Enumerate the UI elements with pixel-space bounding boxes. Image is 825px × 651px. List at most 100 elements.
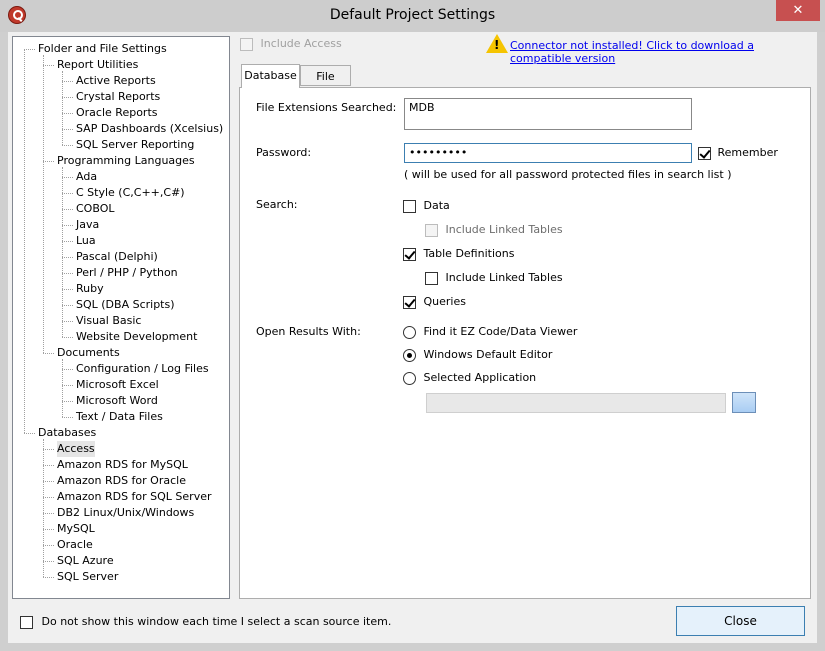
password-field[interactable]: •••••••••	[404, 143, 692, 163]
tree-item[interactable]: COBOL	[76, 201, 114, 217]
tree-connector	[62, 257, 73, 258]
tree-connector	[62, 71, 63, 145]
tree-connector	[43, 353, 54, 354]
extensions-field[interactable]: MDB	[404, 98, 692, 130]
tab-file-filter[interactable]: File Filter	[300, 65, 351, 104]
include-access-option: Include Access	[240, 37, 342, 51]
tree-item[interactable]: Pascal (Delphi)	[76, 249, 158, 265]
tree-connector	[62, 129, 73, 130]
tree-connector	[62, 225, 73, 226]
tree-connector	[62, 145, 73, 146]
include-linked-tables-option-1: Include Linked Tables	[425, 223, 563, 237]
tree-item[interactable]: Databases	[38, 425, 96, 441]
tree-connector	[24, 433, 35, 434]
remember-checkbox[interactable]	[698, 146, 711, 160]
default-editor-label: Windows Default Editor	[423, 348, 553, 361]
tree-item[interactable]: SQL Azure	[57, 553, 114, 569]
tree-item[interactable]: Microsoft Word	[76, 393, 158, 409]
queries-checkbox[interactable]	[403, 295, 416, 309]
tree-item[interactable]: Java	[76, 217, 99, 233]
tree-connector	[43, 513, 54, 514]
application-path-field[interactable]	[426, 393, 726, 413]
selected-application-radio[interactable]	[403, 371, 416, 385]
tree-connector	[62, 177, 73, 178]
tree-connector	[62, 81, 73, 82]
tree-item[interactable]: SQL Server	[57, 569, 118, 585]
tree-connector	[62, 289, 73, 290]
warning-mark: !	[494, 38, 500, 52]
tree-connector	[43, 529, 54, 530]
tree-item[interactable]: Amazon RDS for MySQL	[57, 457, 188, 473]
tree-item[interactable]: Website Development	[76, 329, 197, 345]
open-results-label: Open Results With:	[256, 325, 361, 338]
tree-connector	[43, 439, 44, 577]
database-tab-panel: File Extensions Searched: MDB Password: …	[239, 87, 811, 599]
tree-connector	[43, 545, 54, 546]
tree-item[interactable]: SQL (DBA Scripts)	[76, 297, 175, 313]
tree-item[interactable]: Lua	[76, 233, 96, 249]
default-editor-radio[interactable]	[403, 348, 416, 362]
tab-database[interactable]: Database	[241, 64, 300, 88]
tree-item[interactable]: SQL Server Reporting	[76, 137, 194, 153]
tree-connector	[62, 167, 63, 337]
tree-item[interactable]: Ruby	[76, 281, 104, 297]
close-button[interactable]: Close	[676, 606, 805, 636]
data-label: Data	[423, 199, 450, 212]
tree-connector	[43, 65, 54, 66]
tree-connector	[24, 49, 25, 433]
tree-connector	[24, 49, 35, 50]
tree-connector	[62, 97, 73, 98]
selected-application-label: Selected Application	[423, 371, 537, 384]
tree-connector	[62, 337, 73, 338]
connector-download-link[interactable]: Connector not installed! Click to downlo…	[510, 39, 817, 65]
tree-item[interactable]: Folder and File Settings	[38, 41, 167, 57]
tree-connector	[43, 577, 54, 578]
tree-item[interactable]: Amazon RDS for SQL Server	[57, 489, 212, 505]
tree-item[interactable]: Microsoft Excel	[76, 377, 159, 393]
viewer-label: Find it EZ Code/Data Viewer	[423, 325, 578, 338]
data-checkbox[interactable]	[403, 199, 416, 213]
tree-item[interactable]: Text / Data Files	[76, 409, 163, 425]
table-definitions-checkbox[interactable]	[403, 247, 416, 261]
browse-button[interactable]	[732, 392, 756, 413]
tree-item[interactable]: DB2 Linux/Unix/Windows	[57, 505, 194, 521]
include-linked-tables-option-2: Include Linked Tables	[425, 271, 563, 285]
remember-label: Remember	[717, 146, 778, 159]
queries-label: Queries	[423, 295, 466, 308]
tree-item[interactable]: Crystal Reports	[76, 89, 160, 105]
remember-option: Remember	[698, 146, 778, 160]
tree-connector	[62, 273, 73, 274]
tree-item[interactable]: Oracle	[57, 537, 93, 553]
tree-item[interactable]: Ada	[76, 169, 97, 185]
include-linked-tables-label-2: Include Linked Tables	[445, 271, 563, 284]
tree-item[interactable]: Amazon RDS for Oracle	[57, 473, 186, 489]
tree-item[interactable]: Active Reports	[76, 73, 156, 89]
include-access-checkbox[interactable]	[240, 37, 253, 51]
tree-item[interactable]: Configuration / Log Files	[76, 361, 209, 377]
tree-connector	[43, 161, 54, 162]
tree-connector	[43, 561, 54, 562]
tree-item[interactable]: MySQL	[57, 521, 95, 537]
tree-item[interactable]: Visual Basic	[76, 313, 141, 329]
viewer-option: Find it EZ Code/Data Viewer	[403, 325, 577, 339]
tree-item[interactable]: SAP Dashboards (Xcelsius)	[76, 121, 223, 137]
tree-connector	[62, 305, 73, 306]
viewer-radio[interactable]	[403, 325, 416, 339]
tree-item[interactable]: C Style (C,C++,C#)	[76, 185, 185, 201]
include-linked-tables-checkbox-2[interactable]	[425, 271, 438, 285]
settings-tree[interactable]: Folder and File Settings Report Utilities…	[12, 36, 230, 599]
tree-item[interactable]: Oracle Reports	[76, 105, 158, 121]
window-close-button[interactable]: ✕	[776, 0, 820, 21]
password-note: ( will be used for all password protecte…	[404, 168, 732, 181]
window-title: Default Project Settings	[329, 7, 496, 23]
dont-show-checkbox[interactable]	[20, 615, 33, 629]
tree-connector	[62, 193, 73, 194]
tree-item[interactable]: Perl / PHP / Python	[76, 265, 178, 281]
tree-connector	[62, 241, 73, 242]
tree-item[interactable]: Programming Languages	[57, 153, 195, 169]
include-linked-tables-checkbox-1[interactable]	[425, 223, 438, 237]
tree-item[interactable]: Access	[57, 441, 95, 457]
tree-connector	[43, 465, 54, 466]
tree-item[interactable]: Documents	[57, 345, 120, 361]
tree-item[interactable]: Report Utilities	[57, 57, 138, 73]
